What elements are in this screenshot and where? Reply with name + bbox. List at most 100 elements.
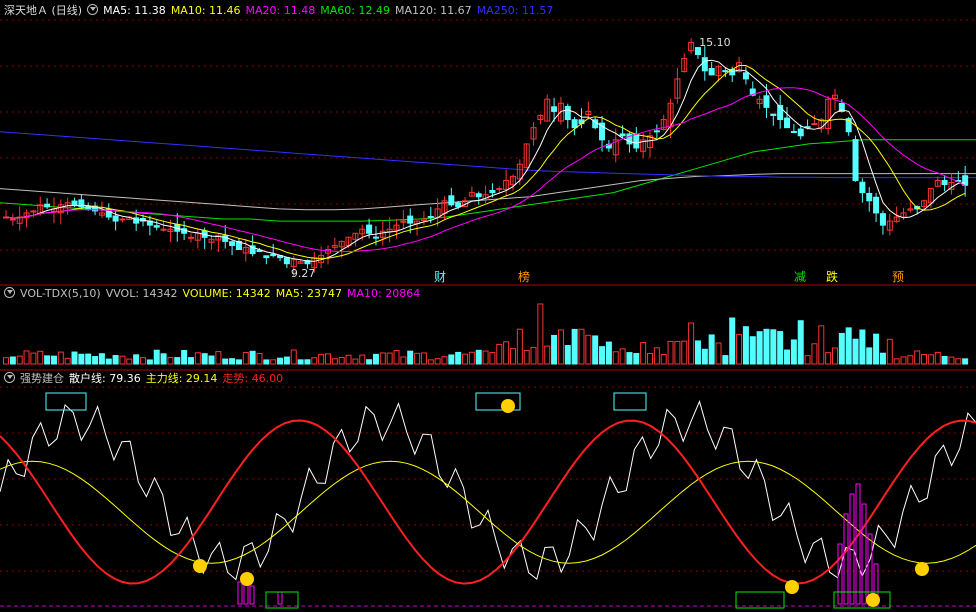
volume-bar — [914, 350, 921, 365]
event-marker: 榜 — [518, 269, 530, 284]
volume-bar — [318, 353, 325, 365]
volume-bar — [715, 342, 722, 365]
volume-bar — [482, 350, 489, 365]
volume-bar — [797, 320, 804, 365]
volume-bar — [592, 335, 599, 365]
candle-body — [427, 216, 434, 219]
volume-legend-item-4: MA10: 20864 — [347, 287, 421, 300]
volume-bar — [879, 352, 886, 365]
volume-bar — [694, 340, 701, 365]
candle-body — [811, 123, 818, 126]
volume-bar — [201, 353, 208, 365]
indicator-legend-item-1: 散户线: 79.36 — [69, 372, 141, 385]
candle-body — [222, 235, 229, 242]
volume-bar — [825, 352, 832, 365]
candle-body — [229, 241, 236, 246]
volume-bar — [187, 357, 194, 365]
volume-bar — [784, 349, 791, 365]
dropdown-icon[interactable] — [4, 287, 15, 298]
volume-bar — [962, 358, 969, 365]
panel1-title[interactable]: 深天地Ａ (日线) — [4, 4, 82, 17]
volume-bar — [98, 353, 105, 365]
candle-body — [119, 218, 126, 221]
volume-bar — [605, 341, 612, 365]
volume-bar — [229, 358, 236, 365]
volume-bar — [174, 357, 181, 365]
volume-bar — [831, 347, 838, 365]
volume-bar — [304, 359, 311, 365]
volume-bar — [372, 353, 379, 365]
volume-bar — [585, 334, 592, 365]
event-marker: 跌 — [826, 269, 838, 284]
indicator-panel — [0, 392, 976, 609]
candle-body — [407, 215, 414, 224]
volume-bar — [599, 346, 606, 365]
volume-bar — [763, 328, 770, 365]
volume-bar — [544, 345, 551, 365]
candle-body — [797, 128, 804, 137]
volume-bar — [859, 329, 866, 365]
volume-bar — [509, 348, 516, 365]
volume-bar — [393, 350, 400, 365]
candle-body — [489, 190, 496, 194]
volume-bar — [804, 355, 811, 365]
volume-bar — [934, 351, 941, 365]
volume-bar — [331, 358, 338, 365]
volume-bar — [338, 356, 345, 365]
volume-bar — [790, 339, 797, 365]
volume-bar — [249, 350, 256, 365]
volume-bar — [736, 333, 743, 365]
indicator-legend-item-3: 走势: 46.00 — [222, 372, 284, 385]
candle-body — [790, 131, 797, 134]
dropdown-icon[interactable] — [4, 372, 15, 383]
volume-bar — [290, 349, 297, 365]
candle-body — [763, 95, 770, 108]
volume-bar — [722, 355, 729, 365]
face-icon — [501, 399, 515, 413]
candle-body — [859, 181, 866, 194]
volume-bar — [742, 326, 749, 365]
volume-bar — [448, 354, 455, 365]
candle-body — [475, 193, 482, 198]
volume-bar — [619, 348, 626, 365]
candle-body — [708, 67, 715, 76]
price-legend-item-4: MA120: 11.67 — [394, 4, 472, 17]
volume-bar — [160, 353, 167, 365]
volume-bar — [866, 347, 873, 365]
candle-body — [571, 119, 578, 129]
candle-body — [866, 192, 873, 202]
volume-bar — [660, 353, 667, 365]
volume-bar — [181, 350, 188, 365]
volume-legend-item-3: MA5: 23747 — [275, 287, 343, 300]
indicator-legend-item-0: 强势建仓 — [20, 372, 64, 385]
volume-bar — [633, 352, 640, 365]
volume-bar — [701, 348, 708, 365]
volume-bar — [270, 359, 277, 365]
volume-bar — [489, 351, 496, 365]
volume-bar — [475, 349, 482, 365]
long-moving-averages — [0, 131, 976, 222]
volume-bar — [838, 332, 845, 365]
candle-body — [448, 195, 455, 206]
candle-body — [852, 139, 859, 181]
volume-bar — [941, 355, 948, 365]
volume-bar — [78, 353, 85, 365]
volume-bar — [496, 343, 503, 365]
volume-bar — [955, 358, 962, 365]
volume-bar — [30, 352, 37, 365]
candle-body — [263, 255, 270, 259]
volume-bar — [283, 356, 290, 365]
volume-bar — [126, 358, 133, 365]
stock-chart[interactable]: 15.10 9.27 财 榜 减 跌 预 — [0, 0, 976, 612]
face-icon — [785, 580, 799, 594]
candle-body — [742, 72, 749, 80]
trend-line — [0, 419, 976, 585]
candle-body — [701, 57, 708, 72]
volume-bar — [119, 355, 126, 365]
volume-bar — [37, 350, 44, 365]
volume-legend-item-2: VOLUME: 14342 — [182, 287, 271, 300]
volume-bar — [462, 353, 469, 365]
dropdown-icon[interactable] — [87, 4, 99, 15]
volume-bar — [626, 352, 633, 365]
volume-bar — [3, 357, 9, 365]
